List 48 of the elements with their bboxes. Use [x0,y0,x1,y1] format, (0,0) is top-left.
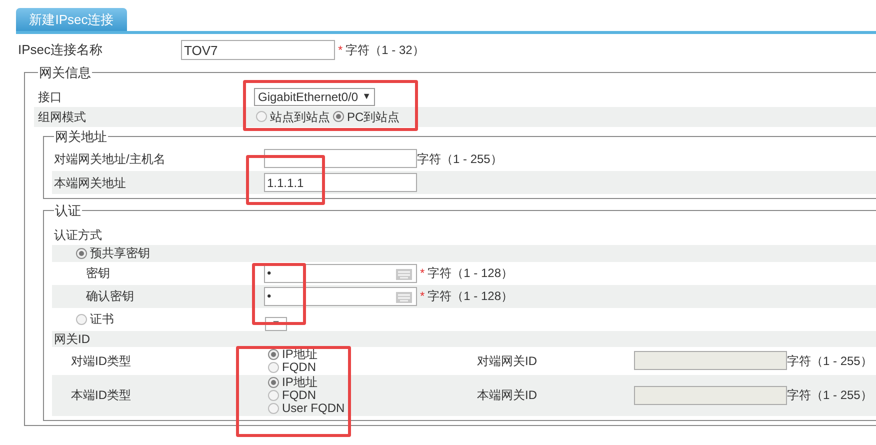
section-legend: 网关信息 [38,63,92,82]
required-mark: * [420,288,425,305]
radio-label: PC到站点 [347,108,400,126]
field-label: IPsec连接名称 [17,41,104,60]
field-label: 确认密钥 [85,288,135,305]
keyboard-icon[interactable] [396,268,412,280]
key-input[interactable]: • [264,264,417,282]
radio-label: FQDN [282,360,316,376]
name-input[interactable]: TOV7 [181,40,335,60]
radio-button[interactable] [76,248,87,258]
radio-label: FQDN [282,388,316,404]
required-mark: * [420,265,425,282]
field-label: 对端网关地址/主机名 [53,150,166,168]
field-label: 对端网关ID [477,352,538,370]
hint-text: 字符（1 - 255） [787,387,872,404]
radio-label: 站点到站点 [270,108,330,126]
field-label: 密钥 [85,265,111,282]
hint-text: 字符（1 - 255） [417,150,502,168]
radio-button[interactable] [76,314,87,324]
field-label: 本端网关地址 [53,174,127,192]
address-input[interactable] [264,149,417,168]
field-label: 认证方式 [53,227,102,244]
hint-text: 字符（1 - 128） [428,265,514,282]
radio-label: User FQDN [282,401,345,417]
caret-icon [273,321,279,325]
field-label: 本端ID类型 [70,387,132,404]
required-mark: * [338,42,343,59]
section-title: 网关ID [53,330,90,348]
keyboard-icon[interactable] [396,292,412,302]
section-legend: 网关地址 [54,126,108,146]
field-label: 本端网关ID [477,387,538,404]
interface-dropdown[interactable]: GigabitEthernet0/0 ▼ [254,88,375,106]
radio-label: IP地址 [282,346,318,362]
field-label: 对端ID类型 [70,352,132,370]
hint-text: 字符（1 - 128） [428,288,514,305]
hint-text: 字符（1 - 32） [346,42,424,59]
radio-label: IP地址 [282,374,318,390]
hint-text: 字符（1 - 255） [787,352,872,370]
key-input[interactable]: • [264,286,417,306]
address-input[interactable]: 1.1.1.1 [264,173,417,192]
section-legend: 认证 [54,201,82,220]
field-label: 接口 [37,88,63,106]
radio-label: 证书 [90,311,115,328]
radio-label: 预共享密钥 [90,245,150,262]
radio-button[interactable] [333,111,344,122]
radio-button[interactable] [256,111,267,122]
highlight-frame [252,263,306,325]
field-label: 组网模式 [37,108,87,126]
